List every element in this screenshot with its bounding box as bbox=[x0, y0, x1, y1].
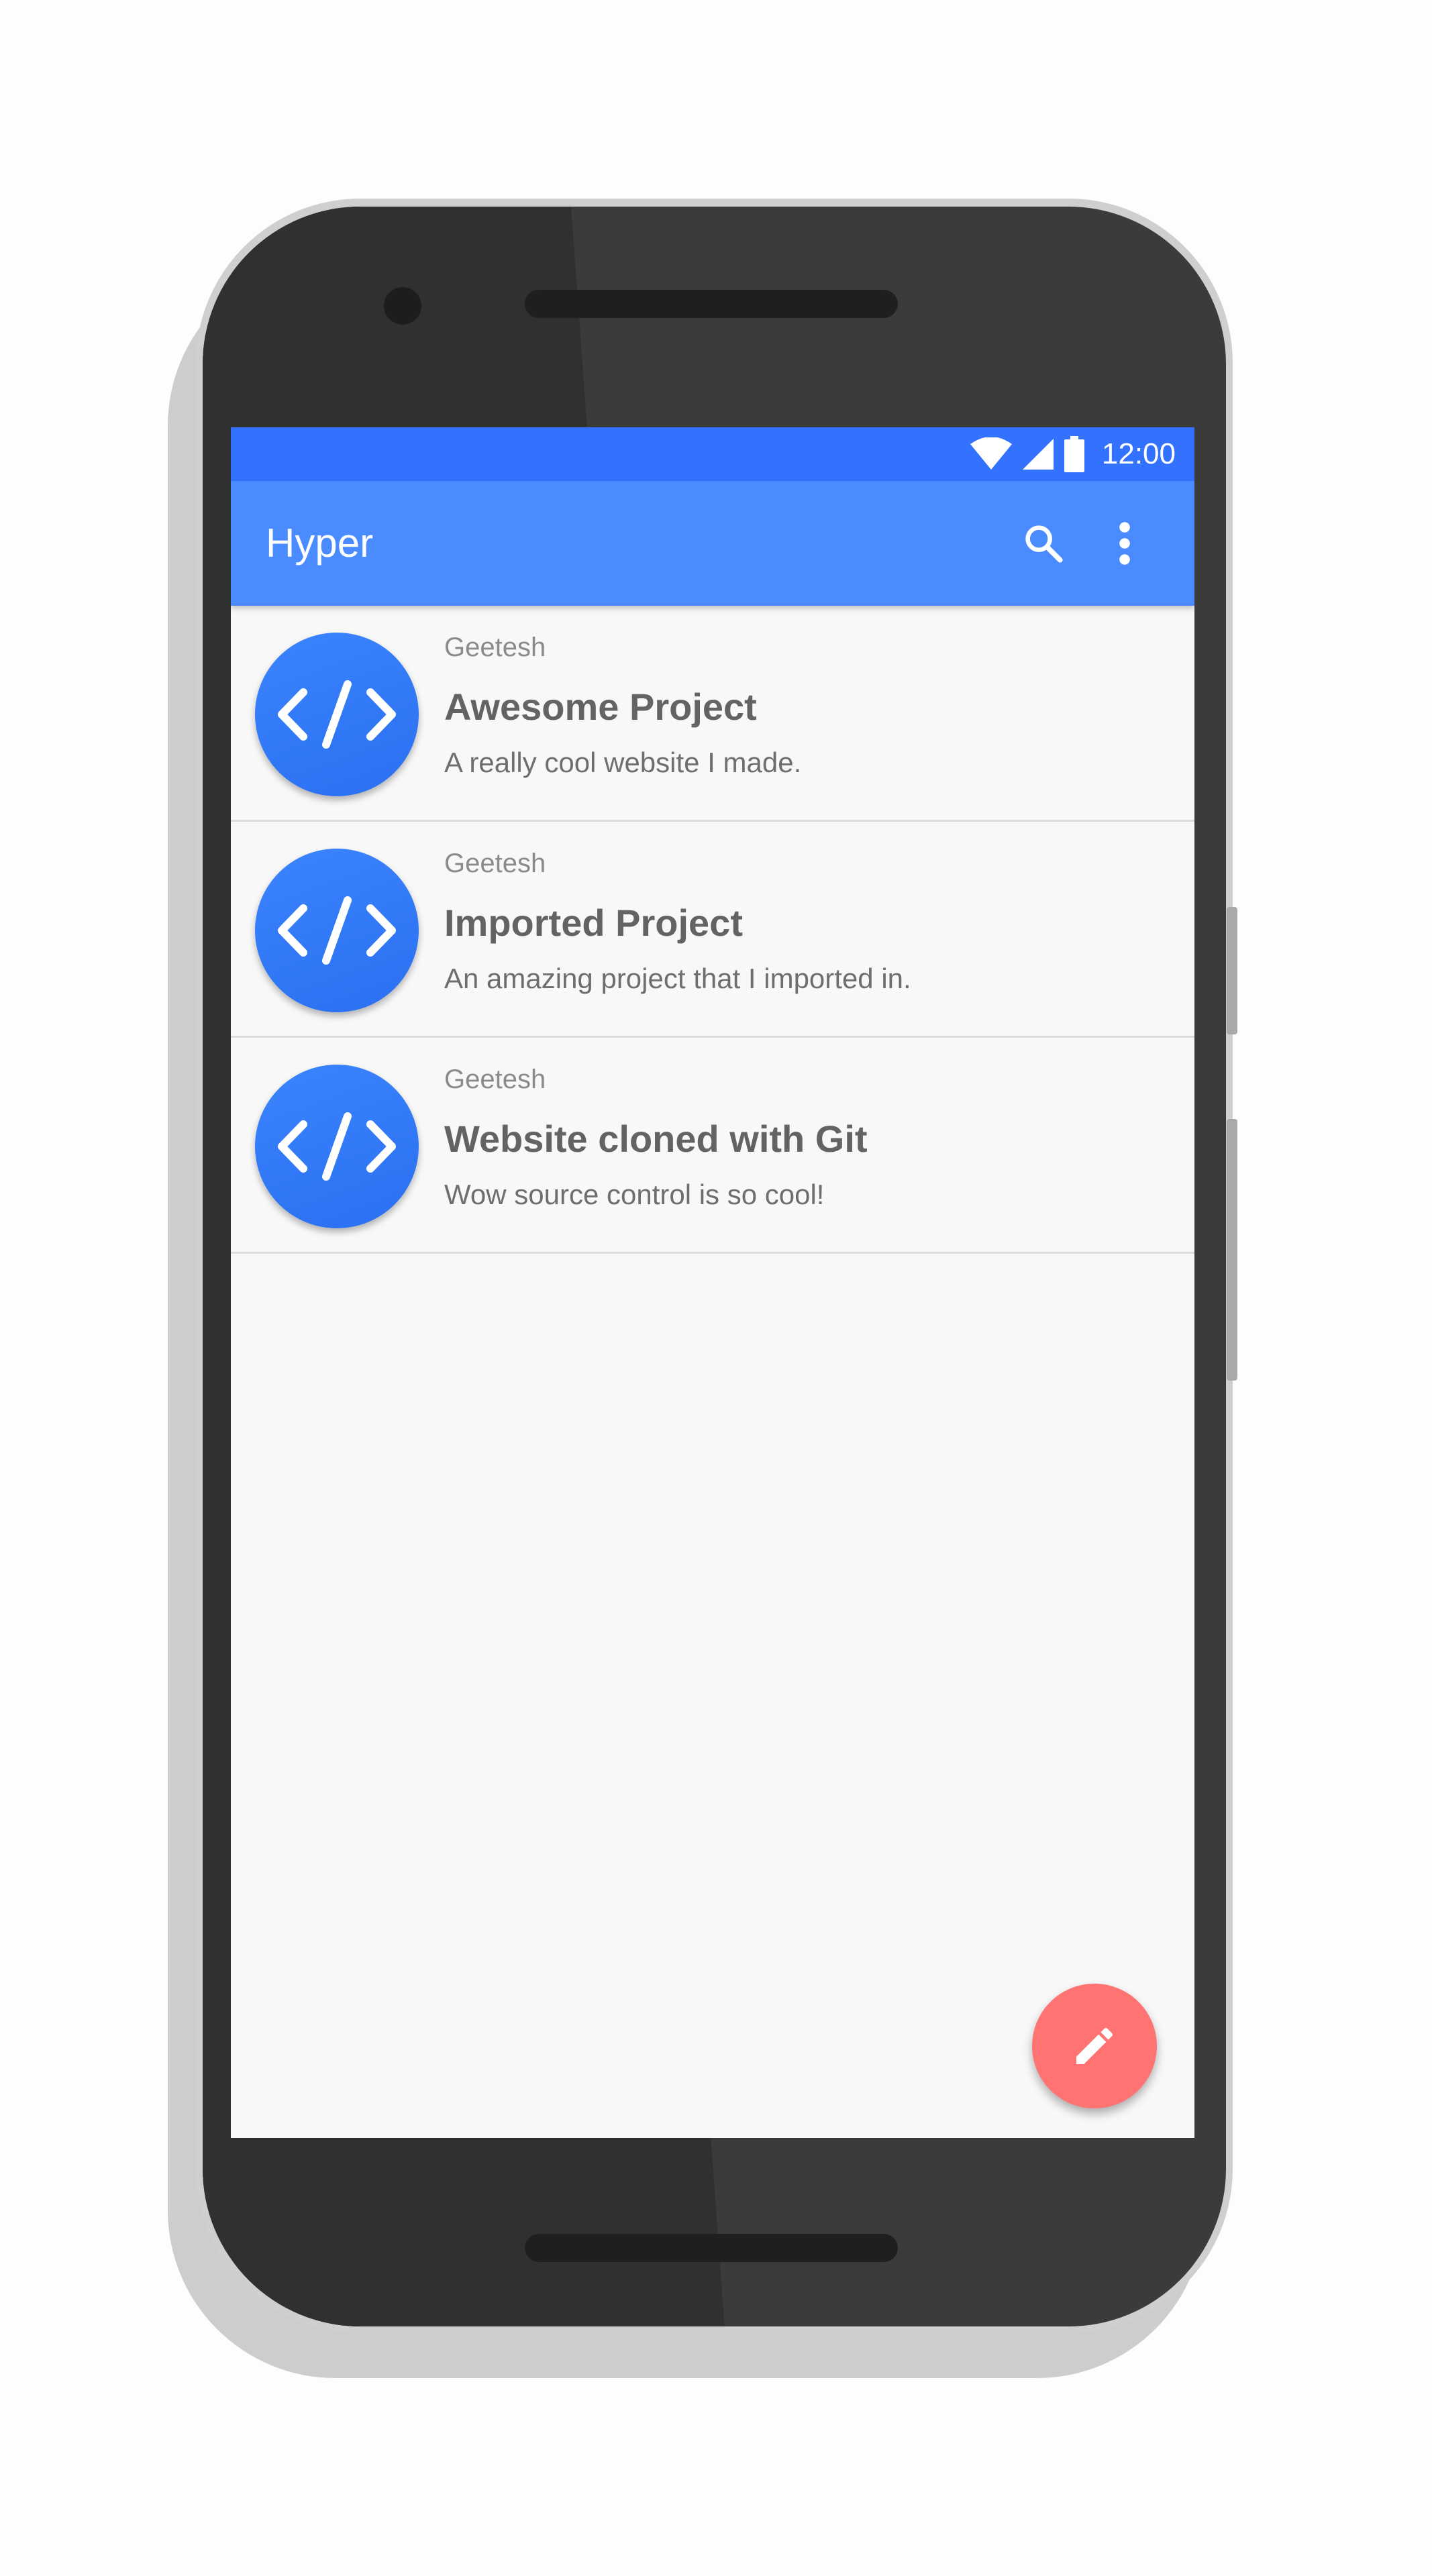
project-avatar bbox=[255, 633, 419, 796]
project-title: Imported Project bbox=[444, 902, 743, 944]
pencil-icon bbox=[1076, 2027, 1113, 2064]
front-camera bbox=[384, 287, 421, 325]
project-owner: Geetesh bbox=[444, 849, 546, 878]
new-project-fab[interactable] bbox=[1032, 1984, 1157, 2108]
project-description: A really cool website I made. bbox=[444, 747, 802, 778]
status-bar: 12:00 bbox=[231, 427, 1194, 481]
list-item[interactable]: Geetesh Website cloned with Git Wow sour… bbox=[231, 1038, 1194, 1254]
project-title: Website cloned with Git bbox=[444, 1118, 868, 1160]
search-icon bbox=[1025, 525, 1063, 563]
list-item[interactable]: Geetesh Awesome Project A really cool we… bbox=[231, 606, 1194, 822]
bottom-speaker bbox=[525, 2234, 898, 2262]
more-vert-icon bbox=[1119, 522, 1130, 565]
project-description: An amazing project that I imported in. bbox=[444, 963, 911, 994]
device-mockup: 12:00 Hyper Geetesh Awesome Project A re… bbox=[0, 0, 1432, 2576]
list-item[interactable]: Geetesh Imported Project An amazing proj… bbox=[231, 822, 1194, 1038]
wifi-icon bbox=[970, 437, 1012, 470]
overflow-menu-button[interactable] bbox=[1105, 513, 1145, 574]
power-button bbox=[1227, 1119, 1237, 1381]
project-avatar bbox=[255, 1065, 419, 1228]
volume-button bbox=[1227, 907, 1237, 1034]
project-description: Wow source control is so cool! bbox=[444, 1179, 825, 1210]
project-owner: Geetesh bbox=[444, 1065, 546, 1094]
status-icons: 12:00 bbox=[970, 435, 1176, 473]
code-icon bbox=[278, 896, 396, 965]
cell-signal-icon bbox=[1022, 439, 1054, 470]
project-avatar bbox=[255, 849, 419, 1012]
project-owner: Geetesh bbox=[444, 633, 546, 662]
project-list: Geetesh Awesome Project A really cool we… bbox=[231, 606, 1194, 1254]
project-title: Awesome Project bbox=[444, 686, 757, 728]
top-speaker bbox=[525, 290, 898, 318]
app-bar: Hyper bbox=[231, 481, 1194, 606]
app-screen: 12:00 Hyper Geetesh Awesome Project A re… bbox=[231, 427, 1194, 2138]
app-title: Hyper bbox=[266, 521, 374, 566]
status-time: 12:00 bbox=[1101, 437, 1176, 470]
code-icon bbox=[278, 1112, 396, 1181]
code-icon bbox=[278, 680, 396, 749]
battery-icon bbox=[1064, 436, 1084, 472]
search-button[interactable] bbox=[1013, 513, 1074, 574]
